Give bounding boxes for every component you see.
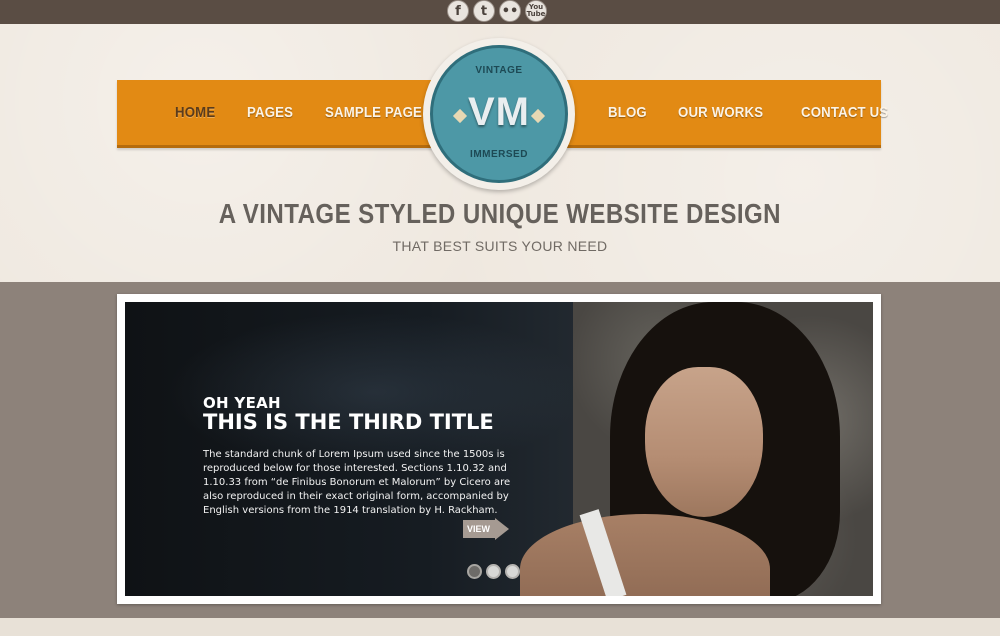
logo-badge: VINTAGE VM IMMERSED [430,45,568,183]
slide-body-text: The standard chunk of Lorem Ipsum used s… [203,449,511,516]
logo-initials: VM [468,90,530,134]
slider-dot-2[interactable] [486,564,501,579]
facebook-icon[interactable]: f [447,0,469,22]
main-nav-right: BLOG OUR WORKS CONTACT US [567,80,888,148]
logo-top-text: VINTAGE [475,65,523,76]
logo-bottom-text: IMMERSED [470,149,528,160]
slider-pagination [467,564,520,579]
view-button[interactable]: VIEW [463,518,509,540]
youtube-icon[interactable]: You Tube [525,0,547,22]
site-logo[interactable]: VINTAGE VM IMMERSED [423,38,575,190]
slider-dot-3[interactable] [505,564,520,579]
nav-item-our-works[interactable]: OUR WORKS [678,104,763,121]
nav-item-home[interactable]: HOME [175,104,215,121]
image-slider: OH YEAH THIS IS THE THIRD TITLE The stan… [117,294,881,604]
slide-photo-face [645,367,763,517]
slide: OH YEAH THIS IS THE THIRD TITLE The stan… [125,302,873,596]
twitter-icon[interactable]: t [473,0,495,22]
slide-title: THIS IS THE THIRD TITLE [203,410,494,434]
view-button-label: VIEW [467,524,491,534]
main-nav-left: HOME PAGES SAMPLE PAGE [117,80,433,148]
nav-item-blog[interactable]: BLOG [608,104,647,121]
slider-dot-1[interactable] [467,564,482,579]
nav-item-sample-page[interactable]: SAMPLE PAGE [325,104,422,121]
nav-item-contact-us[interactable]: CONTACT US [801,104,888,121]
arrow-right-icon [495,518,509,540]
nav-item-pages[interactable]: PAGES [247,104,293,121]
bottom-paper-strip [0,618,1000,636]
social-links: f t •• You Tube [447,0,547,22]
page-subheadline: THAT BEST SUITS YOUR NEED [392,238,608,254]
page-headline: A VINTAGE STYLED UNIQUE WEBSITE DESIGN [218,198,782,229]
flickr-icon[interactable]: •• [499,0,521,22]
